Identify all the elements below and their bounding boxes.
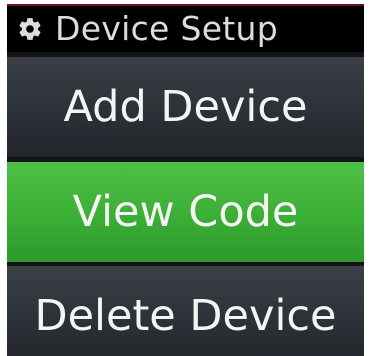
view-code-button[interactable]: View Code [7, 162, 364, 262]
view-code-label: View Code [72, 187, 299, 237]
title-bar: Device Setup [7, 6, 364, 52]
delete-device-button[interactable]: Delete Device [7, 266, 364, 356]
add-device-button[interactable]: Add Device [7, 57, 364, 157]
screen-title: Device Setup [55, 9, 278, 48]
gear-icon [19, 18, 41, 40]
delete-device-label: Delete Device [34, 291, 337, 341]
device-screen: Device Setup Add Device View Code Delete… [7, 4, 364, 356]
add-device-label: Add Device [63, 82, 308, 132]
